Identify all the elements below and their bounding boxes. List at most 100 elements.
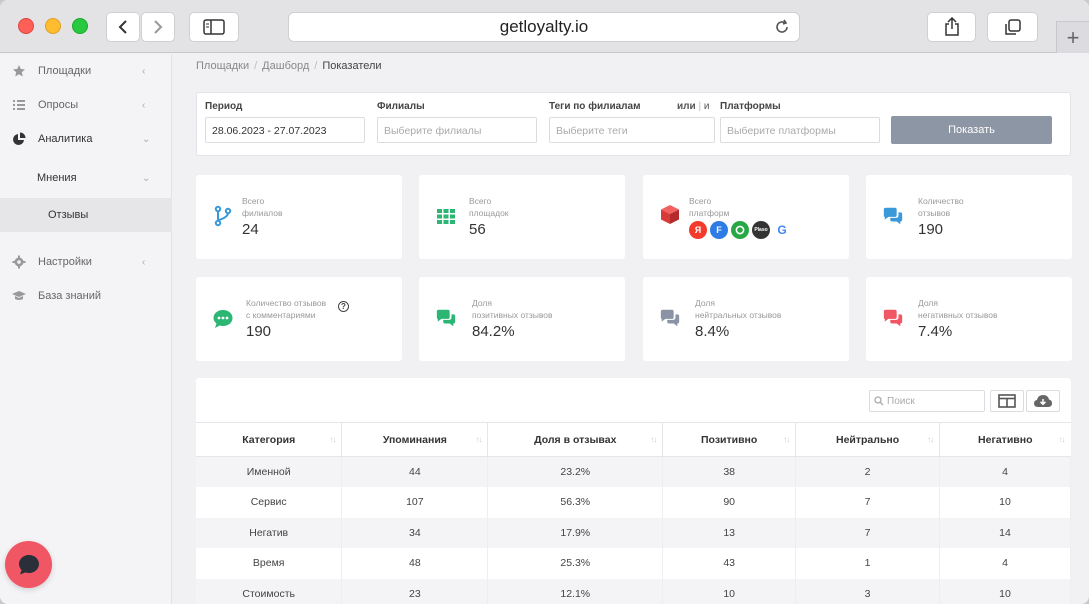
column-header-neutral[interactable]: Нейтрально ↑↓ <box>795 422 941 457</box>
table-row: Время 48 25.3% 43 1 4 <box>196 548 1071 579</box>
card-label: филиалов <box>242 208 283 218</box>
table-header-row: Категория ↑↓ Упоминания ↑↓ Доля в отзывах ↑… <box>196 422 1071 457</box>
table-cell: 7 <box>795 517 941 548</box>
new-tab-button[interactable]: + <box>1056 21 1089 53</box>
chat-icon <box>883 207 903 225</box>
chevron-left-icon <box>118 20 127 34</box>
card-label: площадок <box>469 208 509 218</box>
download-button[interactable] <box>1026 390 1060 412</box>
sidebar-item-settings[interactable]: Настройки ‹ <box>0 245 172 279</box>
card-value: 190 <box>246 323 272 340</box>
sidebar-item-opinions[interactable]: Мнения ⌄ <box>0 161 172 195</box>
chat-bubble-icon <box>18 554 39 574</box>
table-cell: Именной <box>196 456 343 487</box>
sidebar-item-label: Площадки <box>38 65 92 77</box>
chevron-down-icon: ⌄ <box>142 134 151 145</box>
grid-icon <box>437 209 455 224</box>
sidebar-item-analytics[interactable]: Аналитика ⌄ <box>0 122 172 156</box>
columns-button[interactable] <box>990 390 1024 412</box>
chevron-right-icon <box>154 20 163 34</box>
card-positive-share: Доля позитивных отзывов 84.2% <box>419 277 625 361</box>
card-label: Доля <box>472 298 492 308</box>
card-branches: Всего филиалов 24 <box>196 175 402 259</box>
card-label: нейтральных отзывов <box>695 310 782 320</box>
2gis-icon <box>731 221 749 239</box>
chat-icon <box>883 309 903 327</box>
list-icon <box>13 100 25 110</box>
sidebar-item-label: Настройки <box>38 256 92 268</box>
sidebar-item-reviews[interactable]: Отзывы <box>0 198 172 232</box>
search-icon <box>874 396 884 406</box>
chat-widget-button[interactable] <box>5 541 52 588</box>
cloud-download-icon <box>1034 395 1052 407</box>
table-cell: 4 <box>939 548 1071 579</box>
branches-label: Филиалы <box>377 101 425 112</box>
filters-panel: Период 28.06.2023 - 27.07.2023 Филиалы В… <box>196 92 1071 156</box>
sidebar-toggle-button[interactable] <box>189 12 239 42</box>
column-header-mentions[interactable]: Упоминания ↑↓ <box>341 422 489 457</box>
tags-select[interactable]: Выберите теги <box>549 117 715 143</box>
card-label: Доля <box>918 298 938 308</box>
minimize-window-button[interactable] <box>45 18 61 34</box>
chat-icon <box>660 309 680 327</box>
columns-icon <box>998 394 1016 408</box>
column-header-share[interactable]: Доля в отзывах ↑↓ <box>487 422 664 457</box>
prodoctorov-icon: Plaso <box>752 221 770 239</box>
table-cell: Сервис <box>196 487 343 518</box>
sidebar-item-platforms[interactable]: Площадки ‹ <box>0 54 172 88</box>
sidebar-item-surveys[interactable]: Опросы ‹ <box>0 88 172 122</box>
google-icon: G <box>773 221 791 239</box>
card-value: 8.4% <box>695 323 730 340</box>
table-row: Именной 44 23.2% 38 2 4 <box>196 456 1071 487</box>
sidebar: Площадки ‹ Опросы ‹ Аналитика ⌄ Мнения ⌄… <box>0 54 172 604</box>
card-value: 24 <box>242 221 259 238</box>
tabs-overview-button[interactable] <box>987 12 1038 42</box>
table-cell: 44 <box>341 456 489 487</box>
address-bar[interactable]: getloyalty.io <box>288 12 800 42</box>
card-negative-share: Доля негативных отзывов 7.4% <box>866 277 1072 361</box>
and-toggle[interactable]: и <box>704 101 710 112</box>
table-cell: 10 <box>662 578 797 604</box>
chat-icon <box>436 309 456 327</box>
table-cell: 107 <box>341 487 489 518</box>
card-value: 84.2% <box>472 323 515 340</box>
flamp-icon: F <box>710 221 728 239</box>
table-row: Сервис 107 56.3% 90 7 10 <box>196 487 1071 518</box>
back-button[interactable] <box>106 12 140 42</box>
table-cell: 13 <box>662 517 797 548</box>
card-label: с комментариями <box>246 310 316 320</box>
period-field[interactable]: 28.06.2023 - 27.07.2023 <box>205 117 365 143</box>
table-cell: 23 <box>341 578 489 604</box>
table-cell: 38 <box>662 456 797 487</box>
card-label: Всего <box>689 196 712 206</box>
card-label: позитивных отзывов <box>472 310 553 320</box>
chevron-down-icon: ⌄ <box>142 173 151 184</box>
sidebar-item-label: Аналитика <box>38 133 93 145</box>
table-cell: 48 <box>341 548 489 579</box>
platforms-select[interactable]: Выберите платформы <box>720 117 880 143</box>
column-header-negative[interactable]: Негативно ↑↓ <box>939 422 1071 457</box>
column-header-category[interactable]: Категория ↑↓ <box>196 422 343 457</box>
branches-select[interactable]: Выберите филиалы <box>377 117 537 143</box>
close-window-button[interactable] <box>18 18 34 34</box>
column-header-positive[interactable]: Позитивно ↑↓ <box>662 422 797 457</box>
star-icon <box>13 65 25 77</box>
reload-icon[interactable] <box>773 18 791 36</box>
forward-button[interactable] <box>141 12 175 42</box>
share-button[interactable] <box>927 12 976 42</box>
platform-icons: Я F Plaso G <box>689 221 791 239</box>
show-button[interactable]: Показать <box>891 116 1052 144</box>
card-value: 190 <box>918 221 944 238</box>
breadcrumb-link[interactable]: Дашборд <box>262 60 309 72</box>
table-cell: 56.3% <box>487 487 664 518</box>
sidebar-item-knowledge-base[interactable]: База знаний <box>0 279 172 313</box>
search-input[interactable]: Поиск <box>869 390 985 412</box>
sidebar-item-label: Отзывы <box>48 209 89 221</box>
help-icon[interactable]: ? <box>338 301 349 312</box>
or-toggle[interactable]: или <box>677 101 696 112</box>
breadcrumb-link[interactable]: Площадки <box>196 60 249 72</box>
table-cell: 10 <box>939 578 1071 604</box>
card-locations: Всего площадок 56 <box>419 175 625 259</box>
sidebar-item-label: База знаний <box>38 290 102 302</box>
maximize-window-button[interactable] <box>72 18 88 34</box>
